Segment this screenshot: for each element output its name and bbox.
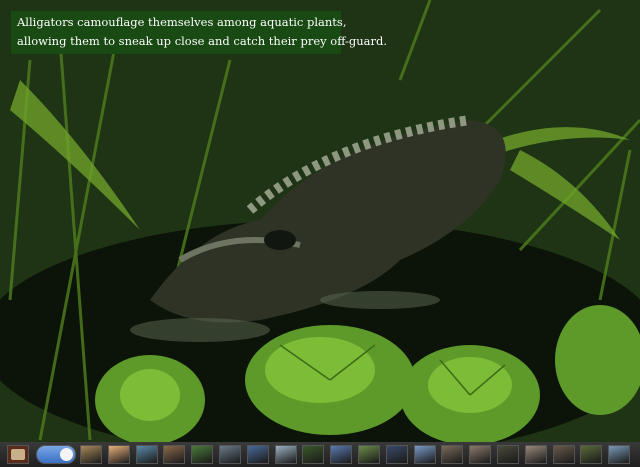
caption-line-1: Alligators camouflage themselves among a… <box>17 15 347 29</box>
photo-thumbnail[interactable] <box>497 445 519 464</box>
photo-thumbnail[interactable] <box>330 445 353 464</box>
home-icon[interactable] <box>7 445 29 464</box>
slideshow-toggle[interactable] <box>36 445 76 464</box>
photo-thumbnail[interactable] <box>552 445 575 464</box>
photo-thumbnail[interactable] <box>302 445 325 464</box>
photo-thumbnail[interactable] <box>274 445 297 464</box>
photo-thumbnail[interactable] <box>219 445 241 464</box>
slider-knob[interactable] <box>60 448 73 461</box>
photo-thumbnail[interactable] <box>413 445 436 464</box>
photo-thumbnail[interactable] <box>107 445 130 464</box>
photo-thumbnail[interactable] <box>580 445 603 464</box>
thumbnail-toolbar <box>0 442 640 467</box>
photo-thumbnail[interactable] <box>358 445 380 464</box>
photo-thumbnail[interactable] <box>441 445 464 464</box>
photo-thumbnail[interactable] <box>135 445 158 464</box>
alligator-in-plants-illustration <box>0 0 640 442</box>
photo-thumbnail[interactable] <box>246 445 269 464</box>
photo-thumbnail[interactable] <box>524 445 547 464</box>
caption-box: Alligators camouflage themselves among a… <box>11 11 387 54</box>
photo-thumbnail[interactable] <box>608 445 631 464</box>
alligator-photo <box>0 0 640 442</box>
caption-line-2: allowing them to sneak up close and catc… <box>17 34 387 48</box>
photo-thumbnail[interactable] <box>191 445 214 464</box>
photo-thumbnail[interactable] <box>469 445 492 464</box>
photo-thumbnail[interactable] <box>80 445 102 464</box>
photo-thumbnail[interactable] <box>163 445 186 464</box>
photo-thumbnail[interactable] <box>385 445 408 464</box>
